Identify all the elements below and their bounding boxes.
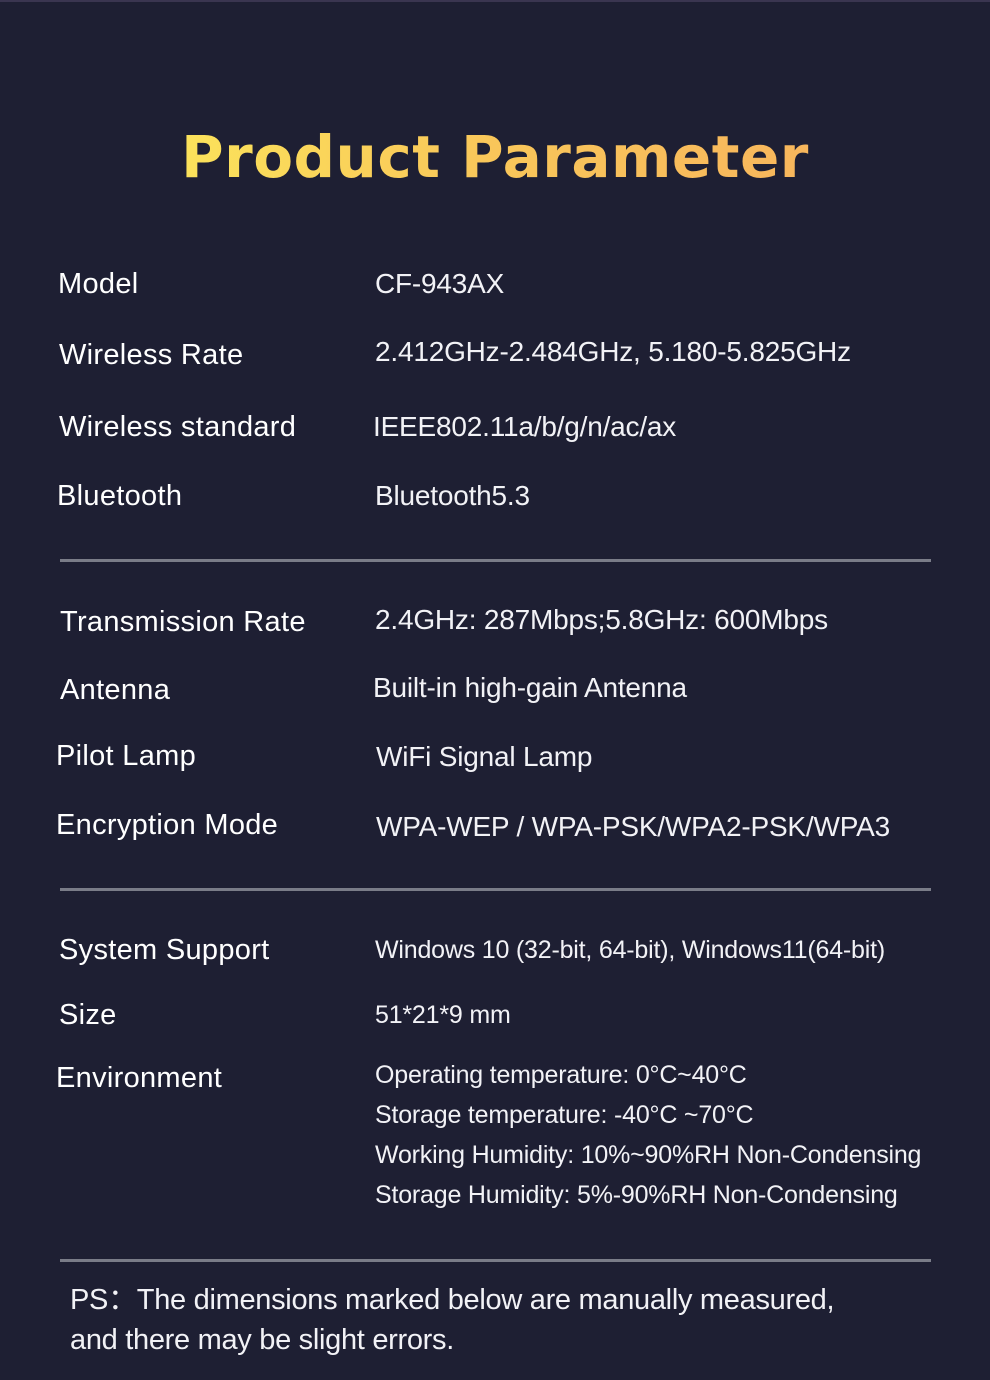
measurement-note: PS：The dimensions marked below are manua…: [70, 1280, 930, 1360]
env-storage-humidity: Storage Humidity: 5%-90%RH Non-Condensin…: [375, 1181, 898, 1209]
param-value: Windows 10 (32-bit, 64-bit), Windows11(6…: [375, 936, 885, 964]
param-row-wireless-rate: Wireless Rate 2.412GHz-2.484GHz, 5.180-5…: [0, 334, 990, 374]
param-row-model: Model CF-943AX: [0, 264, 990, 304]
param-label: Encryption Mode: [56, 809, 279, 841]
param-value: 51*21*9 mm: [375, 1001, 511, 1029]
note-line-1: PS：The dimensions marked below are manua…: [70, 1284, 835, 1316]
section-divider: [60, 888, 931, 891]
param-row-system-support: System Support Windows 10 (32-bit, 64-bi…: [0, 930, 990, 970]
param-row-wireless-standard: Wireless standard IEEE802.11a/b/g/n/ac/a…: [0, 407, 990, 447]
param-label: Transmission Rate: [60, 606, 306, 638]
param-row-size: Size 51*21*9 mm: [0, 995, 990, 1035]
param-value: Bluetooth5.3: [375, 480, 530, 511]
param-value: CF-943AX: [375, 268, 505, 299]
page-title: Product Parameter: [0, 118, 990, 196]
param-label: Bluetooth: [57, 480, 183, 512]
param-row-antenna: Antenna Built-in high-gain Antenna: [0, 670, 990, 710]
param-label: Wireless standard: [59, 411, 297, 443]
section-divider: [60, 559, 931, 562]
param-label: Model: [58, 268, 139, 300]
param-label: Pilot Lamp: [56, 740, 197, 772]
param-label: System Support: [59, 934, 270, 966]
param-value: 2.412GHz-2.484GHz, 5.180-5.825GHz: [375, 336, 851, 367]
param-label: Size: [59, 999, 117, 1031]
page-title-text: Product Parameter: [181, 123, 809, 191]
param-value: 2.4GHz: 287Mbps;5.8GHz: 600Mbps: [375, 604, 828, 635]
param-value: Built-in high-gain Antenna: [373, 672, 687, 703]
param-value: WiFi Signal Lamp: [376, 741, 593, 772]
env-operating-temperature: Operating temperature: 0°C~40°C: [375, 1061, 747, 1089]
param-label: Wireless Rate: [59, 339, 244, 371]
param-value: IEEE802.11a/b/g/n/ac/ax: [373, 411, 677, 442]
top-edge: [0, 0, 990, 2]
env-storage-temperature: Storage temperature: -40°C ~70°C: [375, 1101, 754, 1129]
param-row-bluetooth: Bluetooth Bluetooth5.3: [0, 476, 990, 516]
param-label: Antenna: [60, 674, 171, 706]
param-row-pilot-lamp: Pilot Lamp WiFi Signal Lamp: [0, 736, 990, 776]
environment-values: Operating temperature: 0°C~40°C Storage …: [375, 1055, 921, 1215]
note-line-2: and there may be slight errors.: [70, 1324, 454, 1356]
param-row-transmission-rate: Transmission Rate 2.4GHz: 287Mbps;5.8GHz…: [0, 602, 990, 642]
env-working-humidity: Working Humidity: 10%~90%RH Non-Condensi…: [375, 1141, 922, 1169]
section-divider: [60, 1259, 931, 1262]
param-value: WPA-WEP / WPA-PSK/WPA2-PSK/WPA3: [376, 811, 890, 842]
param-row-encryption-mode: Encryption Mode WPA-WEP / WPA-PSK/WPA2-P…: [0, 805, 990, 845]
param-label: Environment: [56, 1062, 223, 1094]
